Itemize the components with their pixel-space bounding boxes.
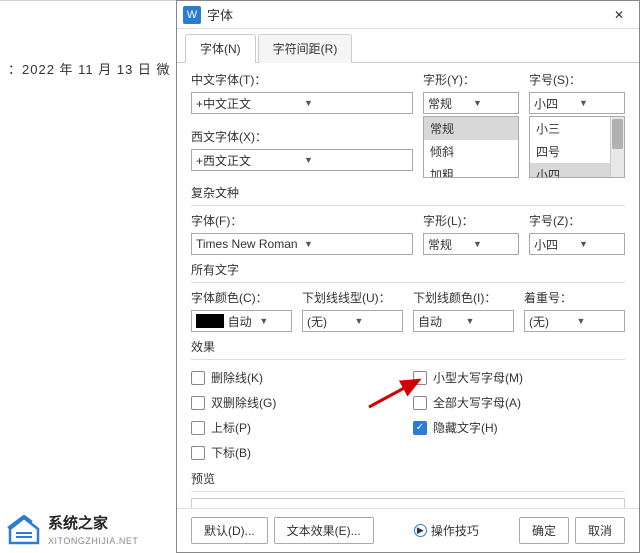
size-listbox[interactable]: 小三 四号 小四 xyxy=(529,116,625,178)
emphasis-label: 着重号： xyxy=(524,289,625,306)
hidden-checkbox[interactable]: ✓隐藏文字(H) xyxy=(413,419,625,436)
app-icon: W xyxy=(183,6,201,24)
ucolor-label: 下划线颜色(I)： xyxy=(413,289,514,306)
chevron-down-icon: ▼ xyxy=(466,316,510,326)
titlebar: W 字体 ✕ xyxy=(177,1,639,29)
scrollbar[interactable] xyxy=(610,117,624,177)
close-icon: ✕ xyxy=(614,8,624,22)
chevron-down-icon: ▼ xyxy=(304,239,408,249)
chevron-down-icon: ▼ xyxy=(259,316,287,326)
superscript-checkbox[interactable]: 上标(P) xyxy=(191,419,403,436)
ok-button[interactable]: 确定 xyxy=(519,517,569,544)
cstyle-combo[interactable]: 常规▼ xyxy=(423,233,519,255)
latin-font-label: 西文字体(X)： xyxy=(191,128,413,145)
csize-label: 字号(Z)： xyxy=(529,212,625,229)
underline-label: 下划线线型(U)： xyxy=(302,289,403,306)
watermark-text: 系统之家 XITONGZHIJIA.NET xyxy=(48,512,138,547)
chevron-down-icon: ▼ xyxy=(579,239,620,249)
text-effect-button[interactable]: 文本效果(E)... xyxy=(274,517,374,544)
preview-box xyxy=(191,498,625,508)
chevron-down-icon: ▼ xyxy=(473,98,514,108)
style-option[interactable]: 倾斜 xyxy=(424,140,518,163)
chevron-down-icon: ▼ xyxy=(355,316,399,326)
document-text: ：2022 年 11 月 13 日 微 xyxy=(8,59,171,78)
size-option[interactable]: 小三 xyxy=(530,117,610,140)
cstyle-label: 字形(L)： xyxy=(423,212,519,229)
cjk-font-label: 中文字体(T)： xyxy=(191,71,413,88)
default-button[interactable]: 默认(D)... xyxy=(191,517,268,544)
style-listbox[interactable]: 常规 倾斜 加粗 xyxy=(423,116,519,178)
divider xyxy=(191,282,625,283)
close-button[interactable]: ✕ xyxy=(599,1,639,29)
size-label: 字号(S)： xyxy=(529,71,625,88)
style-combo[interactable]: 常规▼ xyxy=(423,92,519,114)
underline-combo[interactable]: (无)▼ xyxy=(302,310,403,332)
csize-combo[interactable]: 小四▼ xyxy=(529,233,625,255)
emphasis-combo[interactable]: (无)▼ xyxy=(524,310,625,332)
double-strike-checkbox[interactable]: 双删除线(G) xyxy=(191,394,403,411)
font-dialog: W 字体 ✕ 字体(N) 字符间距(R) 中文字体(T)： +中文正文▼ 西文字… xyxy=(176,0,640,553)
dialog-title: 字体 xyxy=(207,5,599,24)
chevron-down-icon: ▼ xyxy=(577,316,621,326)
divider xyxy=(191,205,625,206)
style-option[interactable]: 加粗 xyxy=(424,163,518,178)
house-icon xyxy=(6,515,42,545)
subscript-checkbox[interactable]: 下标(B) xyxy=(191,444,403,461)
dialog-body: 中文字体(T)： +中文正文▼ 西文字体(X)： +西文正文▼ 字形(Y)： 常… xyxy=(177,63,639,508)
cjk-font-combo[interactable]: +中文正文▼ xyxy=(191,92,413,114)
strike-checkbox[interactable]: 删除线(K) xyxy=(191,369,403,386)
size-option[interactable]: 小四 xyxy=(530,163,610,178)
play-icon: ▶ xyxy=(414,524,427,537)
color-label: 字体颜色(C)： xyxy=(191,289,292,306)
tab-font[interactable]: 字体(N) xyxy=(185,34,256,63)
style-label: 字形(Y)： xyxy=(423,71,519,88)
tab-spacing[interactable]: 字符间距(R) xyxy=(258,34,353,63)
cancel-button[interactable]: 取消 xyxy=(575,517,625,544)
color-swatch-icon xyxy=(196,314,224,328)
check-icon: ✓ xyxy=(413,421,427,435)
watermark-logo: 系统之家 XITONGZHIJIA.NET xyxy=(6,512,138,547)
chevron-down-icon: ▼ xyxy=(304,155,408,165)
latin-font-combo[interactable]: +西文正文▼ xyxy=(191,149,413,171)
chevron-down-icon: ▼ xyxy=(473,239,514,249)
smallcaps-checkbox[interactable]: 小型大写字母(M) xyxy=(413,369,625,386)
chevron-down-icon: ▼ xyxy=(579,98,620,108)
style-option[interactable]: 常规 xyxy=(424,117,518,140)
cfont-combo[interactable]: Times New Roman▼ xyxy=(191,233,413,255)
document-background: ：2022 年 11 月 13 日 微 xyxy=(0,0,176,553)
button-bar: 默认(D)... 文本效果(E)... ▶ 操作技巧 确定 取消 xyxy=(177,508,639,552)
effects-section-title: 效果 xyxy=(191,338,625,355)
color-combo[interactable]: 自动▼ xyxy=(191,310,292,332)
scrollbar-thumb[interactable] xyxy=(612,119,623,149)
all-text-section-title: 所有文字 xyxy=(191,261,625,278)
preview-section-title: 预览 xyxy=(191,470,625,487)
ucolor-combo: 自动▼ xyxy=(413,310,514,332)
size-option[interactable]: 四号 xyxy=(530,140,610,163)
tips-link[interactable]: ▶ 操作技巧 xyxy=(380,522,513,539)
allcaps-checkbox[interactable]: 全部大写字母(A) xyxy=(413,394,625,411)
chevron-down-icon: ▼ xyxy=(304,98,408,108)
divider xyxy=(191,491,625,492)
size-combo[interactable]: 小四▼ xyxy=(529,92,625,114)
tab-strip: 字体(N) 字符间距(R) xyxy=(177,29,639,63)
divider xyxy=(191,359,625,360)
cfont-label: 字体(F)： xyxy=(191,212,413,229)
complex-section-title: 复杂文种 xyxy=(191,184,625,201)
